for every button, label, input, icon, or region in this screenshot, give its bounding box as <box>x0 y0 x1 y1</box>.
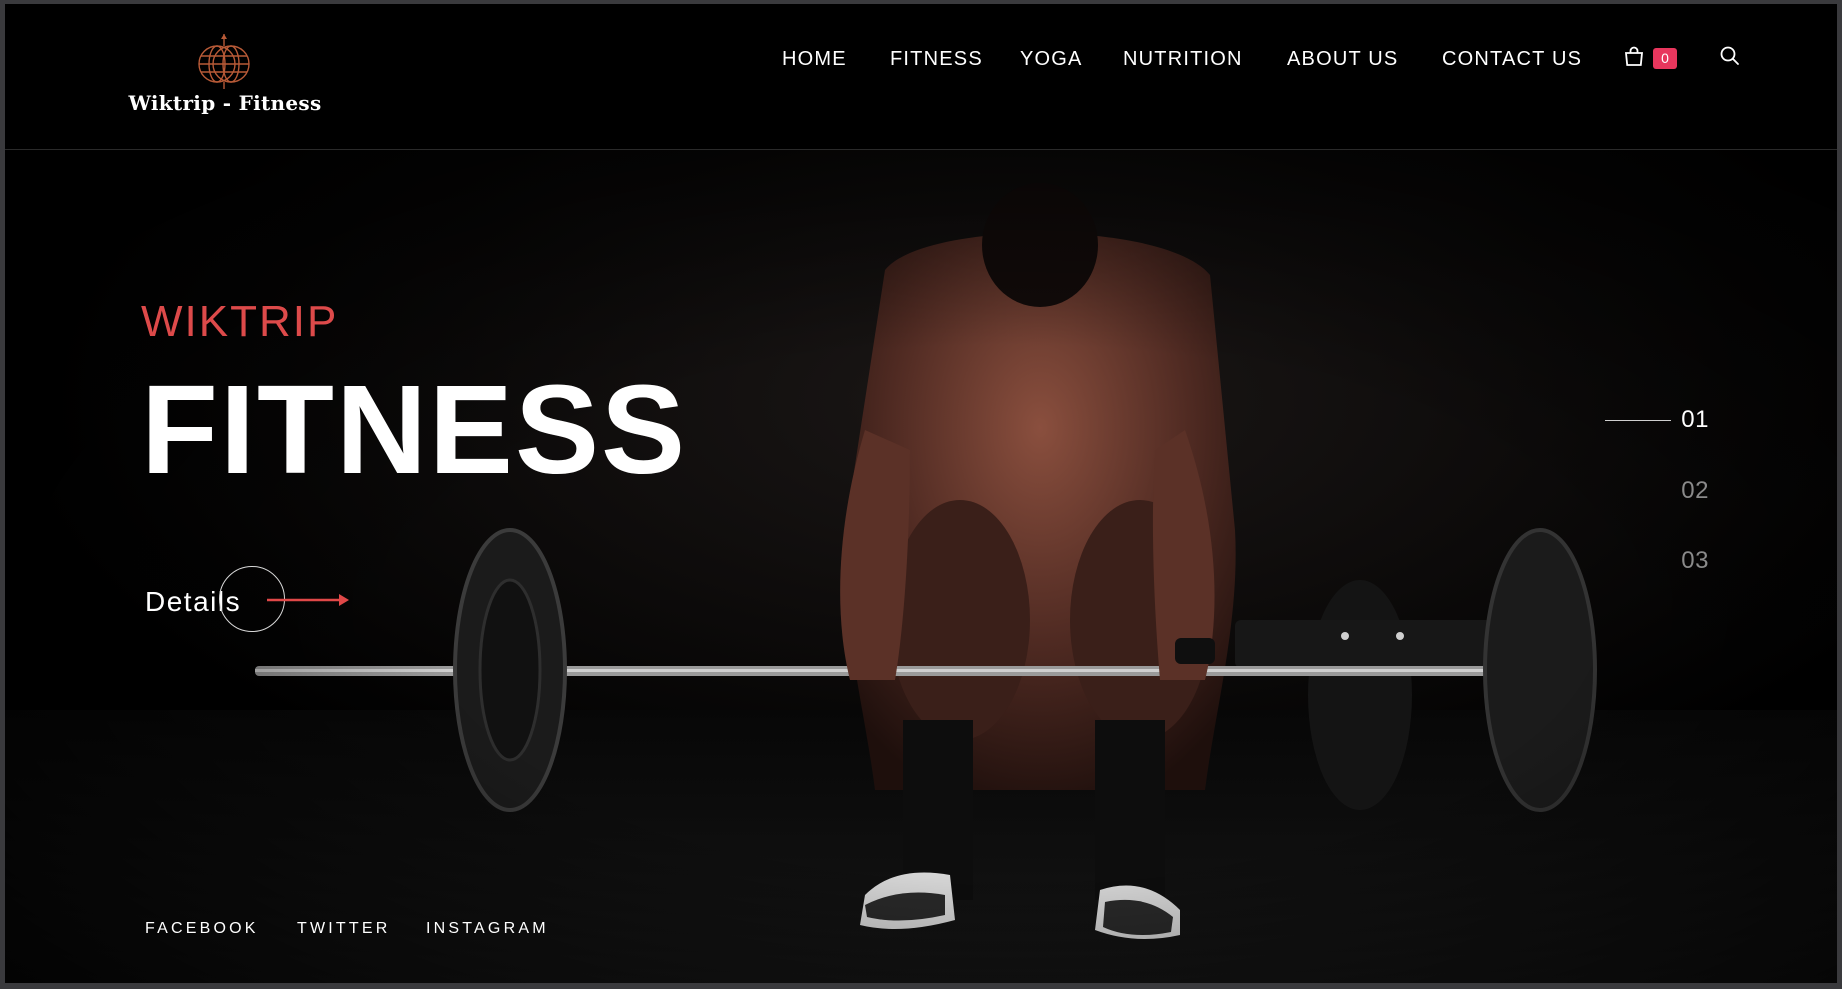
social-instagram[interactable]: INSTAGRAM <box>426 920 549 938</box>
nav-nutrition[interactable]: NUTRITION <box>1123 44 1243 74</box>
cart-button[interactable]: 0 <box>1618 42 1678 76</box>
nav-home[interactable]: HOME <box>782 44 847 74</box>
shopping-bag-icon <box>1625 46 1643 66</box>
site-logo[interactable]: Wiktrip - Fitness <box>125 28 325 118</box>
social-twitter[interactable]: TWITTER <box>297 920 391 938</box>
nav-contact-us[interactable]: CONTACT US <box>1442 44 1582 74</box>
slide-01[interactable]: 01 <box>1681 406 1709 434</box>
site-header: Wiktrip - Fitness HOME FITNESS YOGA NUTR… <box>5 4 1837 150</box>
social-facebook[interactable]: FACEBOOK <box>145 920 259 938</box>
active-slide-indicator <box>1605 420 1671 421</box>
search-icon[interactable] <box>1718 44 1742 68</box>
cart-count-badge: 0 <box>1653 48 1677 69</box>
details-button[interactable]: Details <box>141 566 361 638</box>
nav-yoga[interactable]: YOGA <box>1020 44 1083 74</box>
globe-icon <box>198 34 250 89</box>
hero-eyebrow: WIKTRIP <box>141 297 339 346</box>
nav-about-us[interactable]: ABOUT US <box>1287 44 1398 74</box>
browser-viewport: Wiktrip - Fitness HOME FITNESS YOGA NUTR… <box>5 4 1837 983</box>
hero-headline: FITNESS <box>141 359 688 500</box>
slide-02[interactable]: 02 <box>1681 477 1709 505</box>
arrow-right-icon <box>267 594 349 606</box>
hero-section: WIKTRIP FITNESS Details 01 02 03 FACEBOO… <box>5 150 1837 983</box>
slide-pagination: 01 02 03 <box>1605 406 1725 576</box>
slide-03[interactable]: 03 <box>1681 547 1709 575</box>
nav-fitness[interactable]: FITNESS <box>890 44 983 74</box>
logo-text: Wiktrip - Fitness <box>128 91 322 115</box>
